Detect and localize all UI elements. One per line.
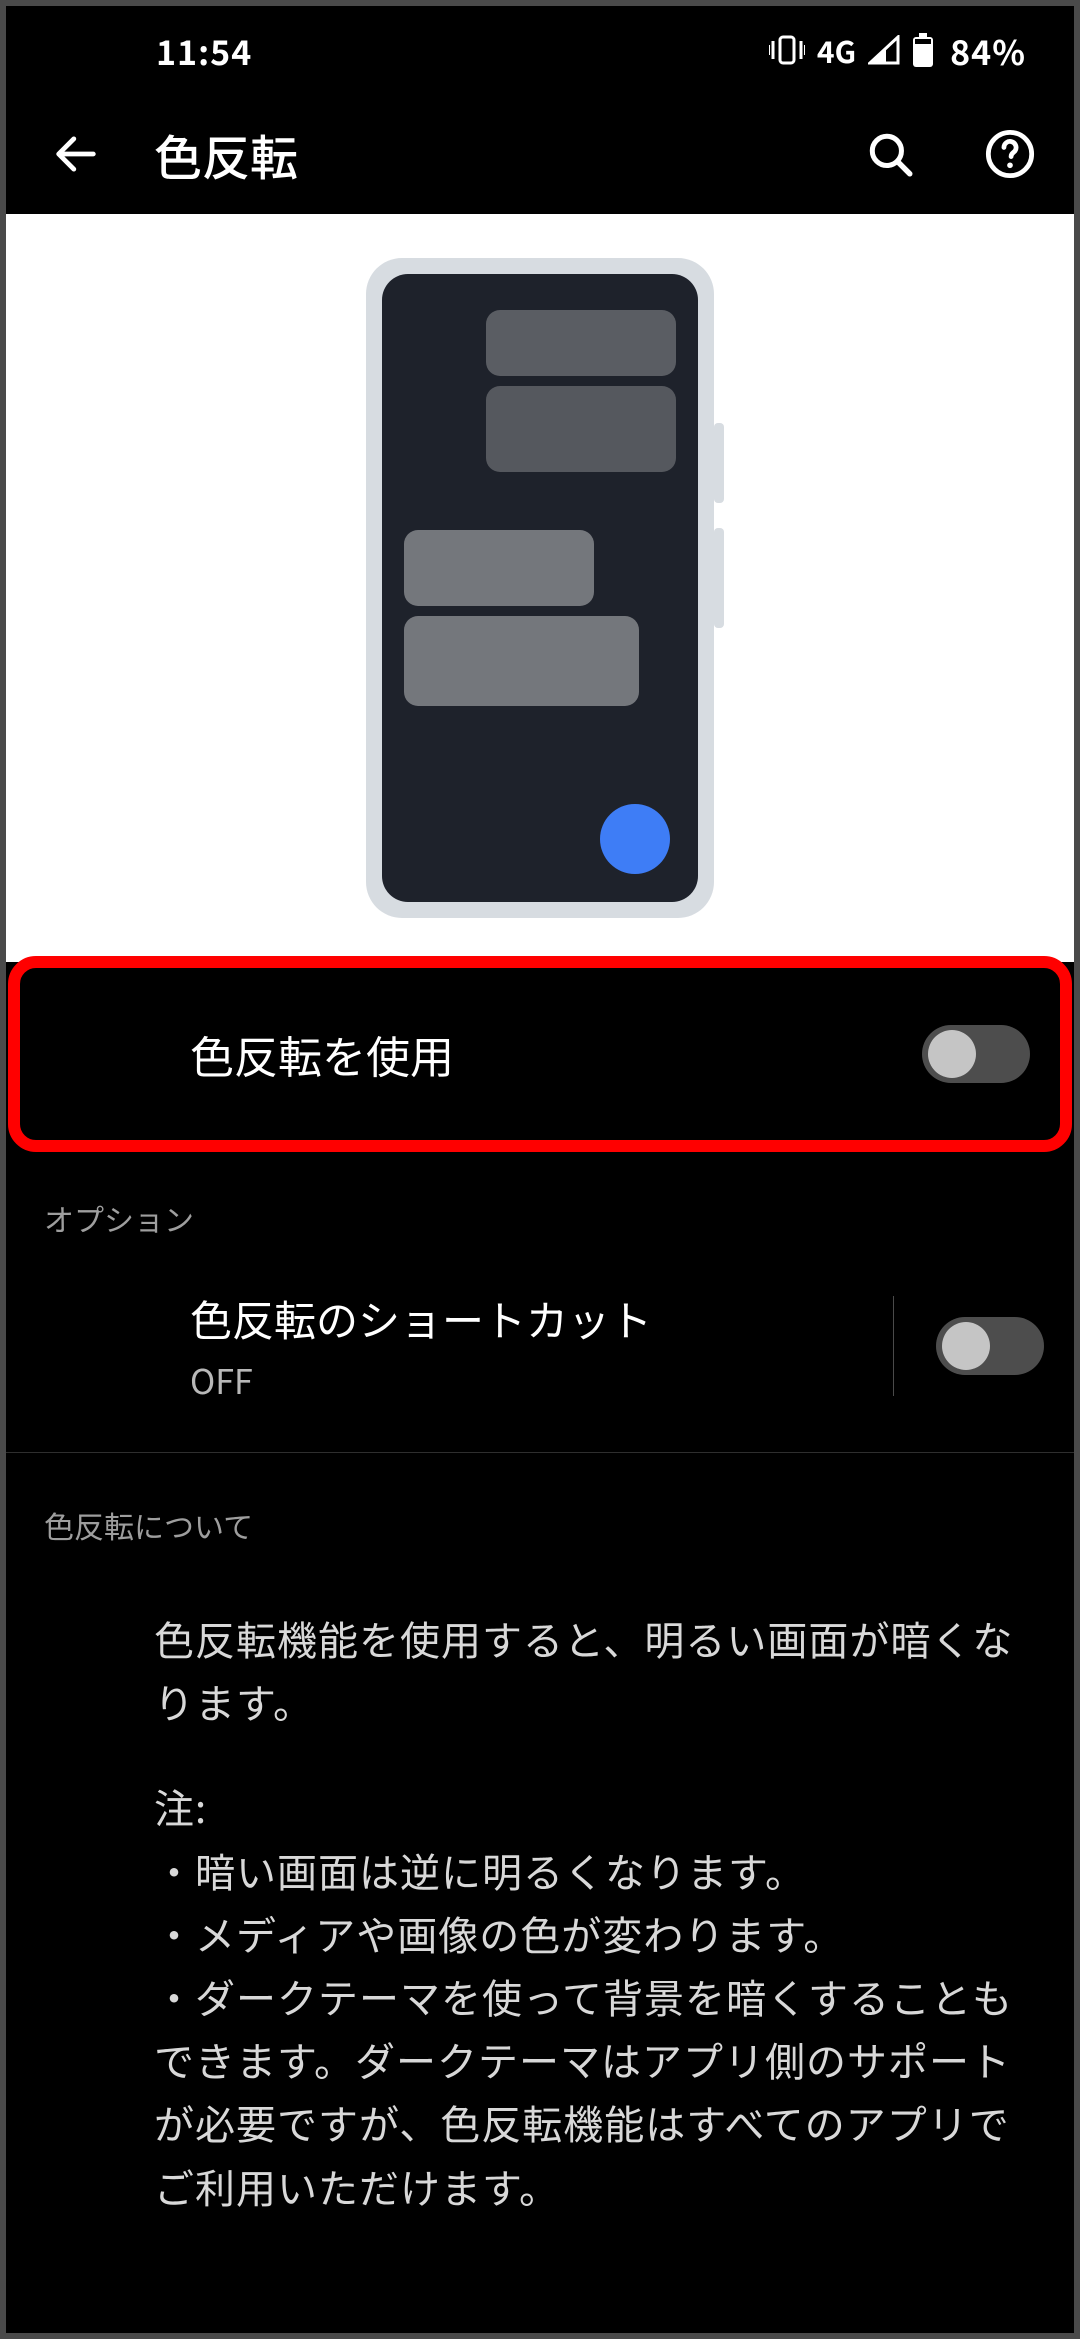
status-icons: 4G 84% xyxy=(769,26,1026,75)
about-paragraph: 色反転機能を使用すると、明るい画面が暗くなります。 xyxy=(154,1607,1034,1733)
shortcut-row[interactable]: 色反転のショートカット OFF xyxy=(6,1240,1074,1453)
battery-percent: 84% xyxy=(950,26,1026,75)
preview-illustration xyxy=(6,214,1074,962)
about-note-label: 注: xyxy=(154,1775,1034,1838)
row-divider xyxy=(893,1296,894,1396)
about-header: 色反転について xyxy=(44,1503,1036,1547)
about-bullet-1: ・暗い画面は逆に明るくなります。 xyxy=(154,1839,1034,1902)
help-button[interactable] xyxy=(974,118,1046,190)
page-title: 色反転 xyxy=(154,119,806,189)
shortcut-toggle[interactable] xyxy=(936,1317,1044,1375)
shortcut-title: 色反転のショートカット xyxy=(190,1288,851,1349)
search-button[interactable] xyxy=(854,118,926,190)
status-clock: 11:54 xyxy=(156,26,252,75)
status-bar: 11:54 4G xyxy=(6,6,1074,94)
options-header: オプション xyxy=(6,1152,1074,1240)
shortcut-subtitle: OFF xyxy=(190,1355,851,1404)
app-bar: 色反転 xyxy=(6,94,1074,214)
about-bullet-2: ・メディアや画像の色が変わります。 xyxy=(154,1902,1034,1965)
use-color-inversion-toggle[interactable] xyxy=(922,1025,1030,1083)
phone-frame-icon xyxy=(366,258,714,918)
use-color-inversion-row[interactable]: 色反転を使用 xyxy=(8,956,1072,1152)
use-color-inversion-label: 色反転を使用 xyxy=(190,1022,922,1086)
network-type-label: 4G xyxy=(817,28,856,72)
about-bullet-3: ・ダークテーマを使って背景を暗くすることもできます。ダークテーマはアプリ側のサポ… xyxy=(154,1965,1034,2218)
back-button[interactable] xyxy=(46,124,106,184)
vibrate-icon xyxy=(769,35,805,65)
battery-icon xyxy=(912,33,934,67)
signal-icon xyxy=(868,35,900,65)
about-body: 色反転機能を使用すると、明るい画面が暗くなります。 注: ・暗い画面は逆に明るく… xyxy=(6,1547,1074,2218)
